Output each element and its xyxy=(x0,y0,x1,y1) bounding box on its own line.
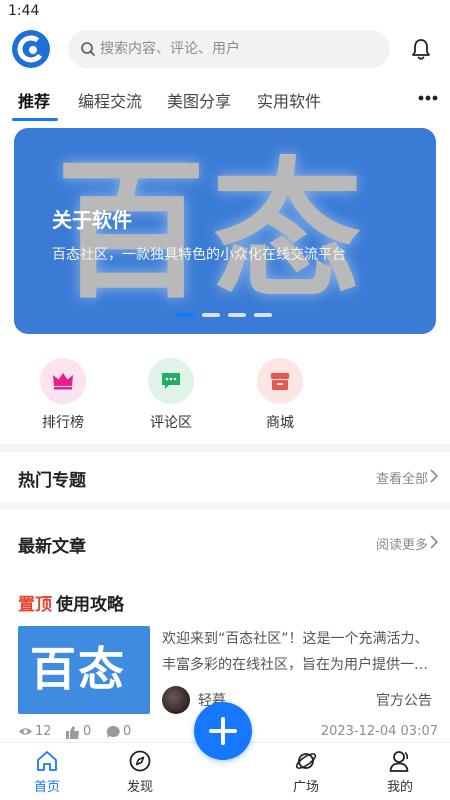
community-logo-icon[interactable] xyxy=(12,30,50,68)
bell-icon[interactable] xyxy=(410,37,432,61)
nav-home[interactable]: 首页 xyxy=(15,749,79,795)
article-category[interactable]: 官方公告 xyxy=(376,690,432,710)
create-post-button[interactable] xyxy=(194,702,252,760)
likes-count: 0 xyxy=(83,724,92,739)
entry-shop-label: 商城 xyxy=(266,415,294,431)
search-icon xyxy=(81,42,95,56)
nav-square-label: 广场 xyxy=(292,780,319,795)
tab-recommend[interactable]: 推荐 xyxy=(18,88,50,112)
entry-shop[interactable]: 商城 xyxy=(240,358,320,432)
compass-icon xyxy=(129,750,151,772)
carousel-dot[interactable] xyxy=(228,313,246,317)
tab-active-indicator xyxy=(12,118,58,121)
entry-ranking-label: 排行榜 xyxy=(42,415,84,431)
comment-icon xyxy=(148,358,194,404)
article-thumbnail[interactable]: 百态 xyxy=(18,626,150,714)
chevron-right-icon[interactable] xyxy=(430,535,438,549)
chevron-right-icon[interactable] xyxy=(430,469,438,483)
nav-profile[interactable]: 我的 xyxy=(368,749,432,795)
nav-discover-label: 发现 xyxy=(126,780,153,795)
carousel-dot[interactable] xyxy=(254,313,272,317)
read-more-link[interactable]: 阅读更多 xyxy=(376,534,428,553)
section-divider xyxy=(0,502,450,510)
banner-carousel[interactable]: 百态 关于软件 百态社区，一款独具特色的小众化在线交流平台 xyxy=(14,128,436,334)
banner-title: 关于软件 xyxy=(52,208,132,232)
nav-profile-label: 我的 xyxy=(386,780,413,795)
status-bar: 1:44 xyxy=(0,0,450,24)
nav-discover[interactable]: 发现 xyxy=(108,749,172,795)
app-screen: 1:44 推荐 编程交流 美图分享 实用软件 xyxy=(0,0,450,800)
article-title-row[interactable]: 置顶 使用攻略 xyxy=(18,590,124,615)
nav-home-label: 首页 xyxy=(33,780,60,795)
entry-comments-label: 评论区 xyxy=(150,415,192,431)
views-count: 12 xyxy=(35,724,52,739)
thumbnail-text: 百态 xyxy=(30,642,126,696)
comments-count: 0 xyxy=(123,724,132,739)
crown-icon xyxy=(40,358,86,404)
view-all-link[interactable]: 查看全部 xyxy=(376,468,428,487)
search-input[interactable] xyxy=(100,30,380,68)
planet-icon xyxy=(295,753,317,769)
hot-topics-title: 热门专题 xyxy=(18,471,86,491)
more-dots-icon[interactable] xyxy=(418,94,438,102)
user-icon xyxy=(389,751,409,772)
tab-gallery[interactable]: 美图分享 xyxy=(167,88,231,112)
latest-articles-title: 最新文章 xyxy=(18,537,86,557)
pinned-badge: 置顶 xyxy=(18,595,52,615)
category-tabs: 推荐 编程交流 美图分享 实用软件 xyxy=(0,84,450,122)
carousel-dot[interactable] xyxy=(176,313,194,317)
entry-ranking[interactable]: 排行榜 xyxy=(23,358,103,432)
entry-comments[interactable]: 评论区 xyxy=(131,358,211,432)
comment-bubble-icon xyxy=(106,726,120,738)
tab-programming[interactable]: 编程交流 xyxy=(78,88,142,112)
shop-icon xyxy=(257,358,303,404)
banner-subtitle: 百态社区，一款独具特色的小众化在线交流平台 xyxy=(52,247,346,263)
carousel-dot[interactable] xyxy=(202,313,220,317)
article-date: 2023-12-04 03:07 xyxy=(320,724,438,739)
plus-icon xyxy=(209,717,237,745)
home-icon xyxy=(37,751,57,771)
status-time: 1:44 xyxy=(8,3,40,19)
search-bar[interactable] xyxy=(68,30,390,68)
section-divider xyxy=(0,444,450,452)
top-header xyxy=(0,26,450,72)
nav-square[interactable]: 广场 xyxy=(274,749,338,795)
thumbs-up-icon xyxy=(66,726,79,739)
carousel-dots xyxy=(176,313,276,317)
avatar[interactable] xyxy=(162,686,190,714)
article-title[interactable]: 使用攻略 xyxy=(56,595,124,615)
article-excerpt[interactable]: 欢迎来到“百态社区”！这是一个充满活力、丰富多彩的在线社区，旨在为用户提供一个交… xyxy=(162,626,434,678)
eye-icon xyxy=(19,728,32,735)
tab-software[interactable]: 实用软件 xyxy=(257,88,321,112)
